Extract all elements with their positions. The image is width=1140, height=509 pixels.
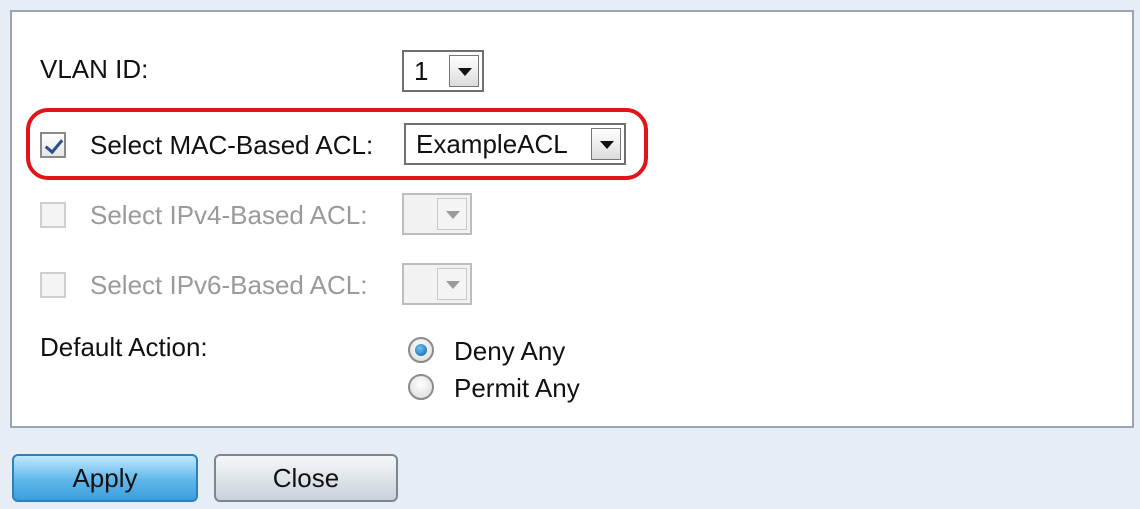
apply-button[interactable]: Apply <box>12 454 198 502</box>
ipv4-acl-checkbox[interactable] <box>40 202 66 228</box>
deny-any-radio[interactable] <box>408 337 434 363</box>
mac-acl-label: Select MAC-Based ACL: <box>90 130 374 160</box>
ipv4-acl-label: Select IPv4-Based ACL: <box>90 200 368 230</box>
acl-binding-panel: VLAN ID: 1 Select MAC-Based ACL: Example… <box>10 10 1134 428</box>
ipv4-acl-select[interactable] <box>402 193 472 235</box>
ipv6-acl-checkbox[interactable] <box>40 272 66 298</box>
vlan-id-label: VLAN ID: <box>40 54 149 84</box>
mac-acl-select[interactable]: ExampleACL <box>404 123 626 165</box>
chevron-down-icon <box>449 55 479 87</box>
ipv6-acl-select[interactable] <box>402 263 472 305</box>
permit-any-label: Permit Any <box>454 373 580 403</box>
mac-acl-checkbox[interactable] <box>40 132 66 158</box>
deny-any-label: Deny Any <box>454 336 566 366</box>
chevron-down-icon <box>591 128 621 160</box>
chevron-down-icon <box>437 198 467 230</box>
vlan-id-select[interactable]: 1 <box>402 50 484 92</box>
chevron-down-icon <box>437 268 467 300</box>
vlan-id-value: 1 <box>414 55 429 86</box>
mac-acl-value: ExampleACL <box>416 128 568 159</box>
ipv6-acl-label: Select IPv6-Based ACL: <box>90 270 368 300</box>
default-action-label: Default Action: <box>40 332 208 362</box>
permit-any-radio[interactable] <box>408 374 434 400</box>
close-button[interactable]: Close <box>214 454 398 502</box>
